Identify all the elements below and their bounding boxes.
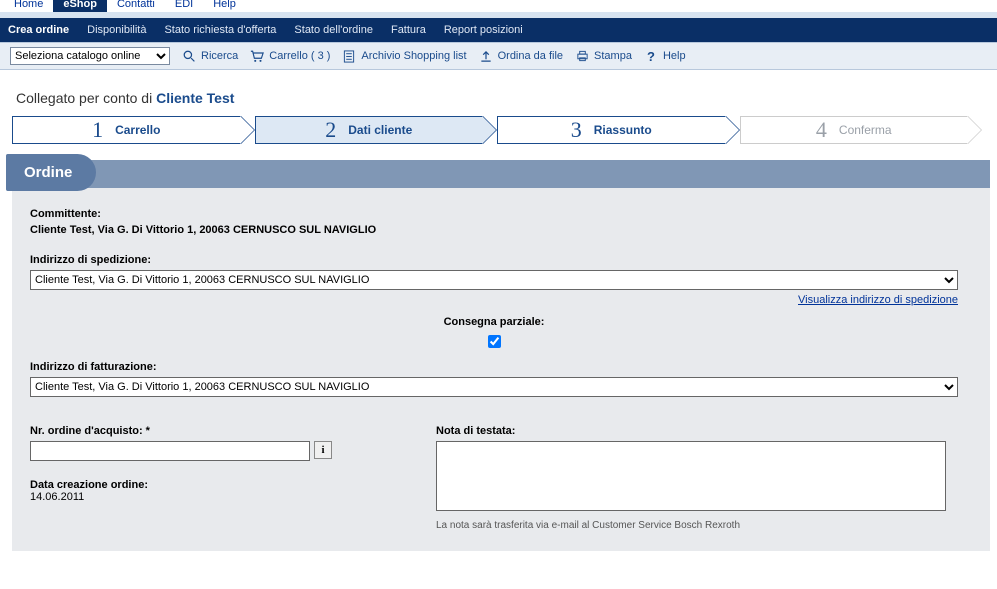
step-riassunto[interactable]: 3 Riassunto [497, 116, 726, 144]
list-icon [342, 49, 356, 63]
committente-value: Cliente Test, Via G. Di Vittorio 1, 2006… [30, 224, 972, 236]
tab-help[interactable]: Help [203, 0, 246, 12]
search-icon [182, 49, 196, 63]
step-conferma: 4 Conferma [740, 116, 969, 144]
cart-icon [250, 49, 264, 63]
creation-date-label: Data creazione ordine: [30, 479, 332, 491]
committente-label: Committente: [30, 208, 972, 220]
menu-stato-ordine[interactable]: Stato dell'ordine [294, 24, 373, 36]
menu-stato-offerta[interactable]: Stato richiesta d'offerta [164, 24, 276, 36]
help-icon: ? [644, 49, 658, 63]
toolbar-ordina-file-label: Ordina da file [498, 50, 563, 62]
toolbar-carrello-label: Carrello ( 3 ) [269, 50, 330, 62]
step-1-label: Carrello [115, 123, 160, 137]
partial-delivery-checkbox[interactable] [488, 335, 501, 348]
connected-as: Collegato per conto di Cliente Test [16, 90, 989, 106]
info-button[interactable]: i [314, 441, 332, 459]
toolbar: Seleziona catalogo online Ricerca Carrel… [0, 42, 997, 70]
main-menu: Crea ordine Disponibilità Stato richiest… [0, 18, 997, 42]
spedizione-label: Indirizzo di spedizione: [30, 254, 972, 266]
step-4-label: Conferma [839, 123, 892, 137]
po-number-label: Nr. ordine d'acquisto: * [30, 425, 332, 437]
view-shipping-link[interactable]: Visualizza indirizzo di spedizione [798, 294, 958, 306]
step-4-num: 4 [816, 117, 827, 143]
tab-contatti[interactable]: Contatti [107, 0, 165, 12]
step-3-num: 3 [571, 117, 582, 143]
menu-disponibilita[interactable]: Disponibilità [87, 24, 146, 36]
client-name: Cliente Test [156, 90, 234, 106]
tab-edi[interactable]: EDI [165, 0, 203, 12]
step-3-label: Riassunto [594, 123, 652, 137]
section-bar: Ordine [12, 160, 990, 188]
upload-icon [479, 49, 493, 63]
fatturazione-label: Indirizzo di fatturazione: [30, 361, 972, 373]
toolbar-carrello[interactable]: Carrello ( 3 ) [250, 49, 330, 63]
order-form: Committente: Cliente Test, Via G. Di Vit… [12, 188, 990, 551]
partial-delivery-label: Consegna parziale: [30, 316, 958, 328]
po-number-input[interactable] [30, 441, 310, 461]
billing-address-select[interactable]: Cliente Test, Via G. Di Vittorio 1, 2006… [30, 377, 958, 397]
toolbar-ricerca[interactable]: Ricerca [182, 49, 238, 63]
toolbar-archivio[interactable]: Archivio Shopping list [342, 49, 466, 63]
menu-report[interactable]: Report posizioni [444, 24, 523, 36]
creation-date-value: 14.06.2011 [30, 491, 332, 503]
catalog-select[interactable]: Seleziona catalogo online [10, 47, 170, 65]
toolbar-stampa-label: Stampa [594, 50, 632, 62]
toolbar-ordina-file[interactable]: Ordina da file [479, 49, 563, 63]
toolbar-ricerca-label: Ricerca [201, 50, 238, 62]
toolbar-stampa[interactable]: Stampa [575, 49, 632, 63]
header-note-label: Nota di testata: [436, 425, 972, 437]
tab-eshop[interactable]: eShop [53, 0, 107, 12]
header-note-textarea[interactable] [436, 441, 946, 511]
step-dati-cliente[interactable]: 2 Dati cliente [255, 116, 484, 144]
toolbar-help[interactable]: ? Help [644, 49, 686, 63]
step-1-num: 1 [92, 117, 103, 143]
note-hint: La nota sarà trasferita via e-mail al Cu… [436, 520, 972, 531]
step-2-label: Dati cliente [348, 123, 412, 137]
print-icon [575, 49, 589, 63]
menu-fattura[interactable]: Fattura [391, 24, 426, 36]
toolbar-archivio-label: Archivio Shopping list [361, 50, 466, 62]
tab-home[interactable]: Home [4, 0, 53, 12]
ordine-tab: Ordine [6, 154, 96, 191]
shipping-address-select[interactable]: Cliente Test, Via G. Di Vittorio 1, 2006… [30, 270, 958, 290]
toolbar-help-label: Help [663, 50, 686, 62]
step-carrello[interactable]: 1 Carrello [12, 116, 241, 144]
menu-crea-ordine[interactable]: Crea ordine [8, 24, 69, 36]
checkout-steps: 1 Carrello 2 Dati cliente 3 Riassunto 4 … [12, 116, 982, 144]
step-2-num: 2 [325, 117, 336, 143]
